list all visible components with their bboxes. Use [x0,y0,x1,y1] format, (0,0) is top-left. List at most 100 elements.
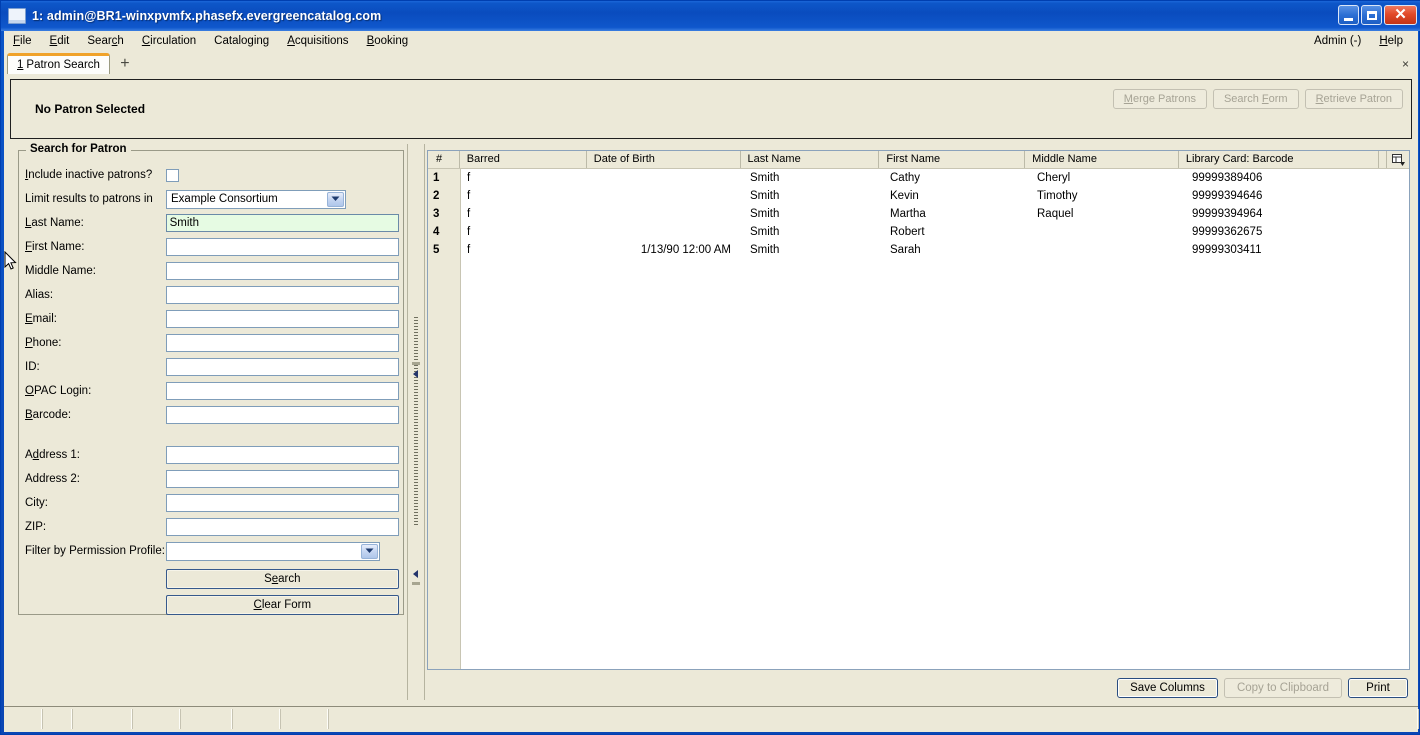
cell-dob [588,187,743,205]
field-row-city: City: [25,491,399,515]
email-input[interactable] [165,310,399,328]
tab-label: Patron Search [26,59,100,71]
cell-dob [588,205,743,223]
cell-barred: f [467,172,471,184]
column-header-filler [1379,151,1388,168]
cell-barred: f [467,190,471,202]
field-row-alias: Alias: [25,283,399,307]
maximize-button[interactable] [1361,5,1382,25]
menu-help[interactable]: Help [1370,33,1412,49]
middle-name-input[interactable] [165,262,399,280]
tab-number: 1 [17,59,24,71]
menu-acquisitions[interactable]: Acquisitions [278,33,357,49]
menu-edit[interactable]: Edit [41,33,79,49]
close-button[interactable]: ✕ [1384,5,1417,25]
merge-patrons-button[interactable]: Merge Patrons [1112,89,1207,109]
column-header-barcode[interactable]: Library Card: Barcode [1179,151,1380,168]
field-row-opac-login: OPAC Login: [25,379,399,403]
table-row[interactable]: 4 f Smith Robert 99999362675 [428,223,1409,241]
chevron-down-icon [327,191,344,207]
save-columns-button[interactable]: Save Columns [1117,678,1218,698]
collapse-left-icon-2[interactable] [412,569,420,578]
cell-first-name: Kevin [890,190,919,202]
field-row-permission-profile: Filter by Permission Profile: [25,539,399,563]
address-2-input[interactable] [165,470,399,488]
field-row-email: Email: [25,307,399,331]
status-cell-2 [42,709,72,729]
column-header-last-name[interactable]: Last Name [741,151,880,168]
btnrow-spacer-2 [25,595,166,615]
barcode-input[interactable] [165,406,399,424]
search-form-button[interactable]: Search Form [1212,89,1299,109]
column-header-first-name[interactable]: First Name [879,151,1026,168]
table-row[interactable]: 1 f Smith Cathy Cheryl 99999389406 [428,169,1409,187]
column-picker-button[interactable] [1387,151,1409,168]
menu-cataloging[interactable]: Cataloging [205,33,278,49]
search-button[interactable]: Se arch [165,569,399,589]
window-controls: ✕ [1338,5,1417,25]
label-first-name: First Name: [25,241,85,253]
search-button-row: Se arch [25,569,399,589]
patron-status-label: No Patron Selected [35,102,146,116]
field-row-middle-name: Middle Name: [25,259,399,283]
first-name-input[interactable] [165,238,399,256]
clear-button-row: Clear Form [25,595,399,615]
phone-input[interactable] [165,334,399,352]
close-tab-icon[interactable]: × [1402,57,1409,71]
cell-first-name: Cathy [890,172,921,184]
cell-middle-name [1030,241,1185,259]
pane-splitter[interactable] [407,144,425,700]
clear-form-button[interactable]: Clear Form [165,595,399,615]
form-spacer [25,427,399,443]
status-cell-7 [280,709,328,729]
id-input[interactable] [165,358,399,376]
column-header-dob[interactable]: Date of Birth [587,151,741,168]
print-button[interactable]: Print [1348,678,1408,698]
label-include-inactive: Include inactive patrons? [25,169,153,181]
results-toolbar: Save Columns Copy to Clipboard Print [1117,678,1408,698]
menu-search[interactable]: Search [78,33,132,49]
column-header-barred[interactable]: Barred [460,151,587,168]
status-cell-1 [4,709,42,729]
opac-login-input[interactable] [165,382,399,400]
cell-dob [588,223,743,241]
status-bar [4,706,1418,732]
tab-patron-search[interactable]: 1 Patron Search [7,53,110,74]
collapse-left-icon[interactable] [412,369,420,378]
cell-middle-name [1030,223,1185,241]
menu-admin[interactable]: Admin (-) [1305,33,1370,49]
menu-booking[interactable]: Booking [358,33,418,49]
label-city: City: [25,497,48,509]
menu-circulation[interactable]: Circulation [133,33,205,49]
column-header-num[interactable]: # [428,151,460,168]
status-cell-6 [232,709,280,729]
label-address-1: Address 1: [25,449,80,461]
table-row[interactable]: 3 f Smith Martha Raquel 99999394964 [428,205,1409,223]
retrieve-patron-button[interactable]: Retrieve Patron [1304,89,1403,109]
zip-input[interactable] [165,518,399,536]
last-name-input[interactable] [165,214,399,232]
cell-last-name: Smith [750,172,780,184]
address-1-input[interactable] [165,446,399,464]
label-phone: Phone: [25,337,62,349]
label-address-2: Address 2: [25,473,80,485]
menu-file[interactable]: File [4,33,41,49]
permission-profile-select[interactable] [166,541,380,561]
table-row[interactable]: 5 f 1/13/90 12:00 AM Smith Sarah 9999930… [428,241,1409,259]
cell-dob: 1/13/90 12:00 AM [640,244,731,256]
window-title: 1: admin@BR1-winxpvmfx.phasefx.evergreen… [32,9,382,23]
new-tab-button[interactable]: + [116,56,134,72]
search-groupbox-title: Search for Patron [26,143,131,155]
city-input[interactable] [165,494,399,512]
limit-results-select[interactable]: Example Consortium [166,189,346,209]
include-inactive-checkbox[interactable] [166,168,179,182]
table-row[interactable]: 2 f Smith Kevin Timothy 99999394646 [428,187,1409,205]
column-header-middle-name[interactable]: Middle Name [1025,151,1179,168]
alias-input[interactable] [165,286,399,304]
status-cell-8 [328,709,1418,729]
results-table: # Barred Date of Birth Last Name First N… [427,150,1410,670]
chevron-down-icon-2 [361,543,378,559]
results-table-body: 1 f Smith Cathy Cheryl 99999389406 2 f S… [428,169,1409,669]
minimize-button[interactable] [1338,5,1359,25]
copy-to-clipboard-button[interactable]: Copy to Clipboard [1223,678,1342,698]
